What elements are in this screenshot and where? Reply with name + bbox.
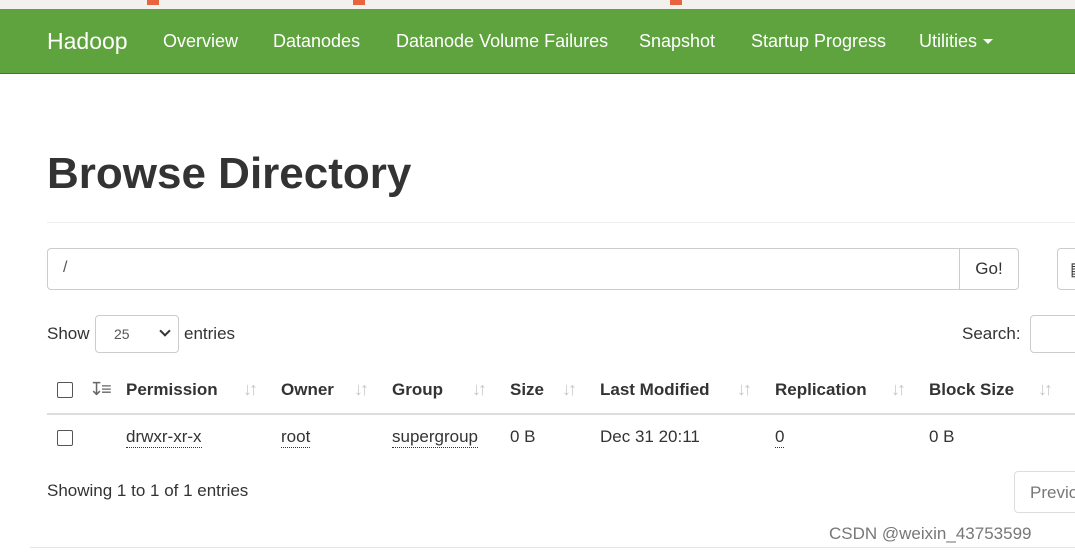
nav-datanode-volume-failures[interactable]: Datanode Volume Failures	[396, 31, 608, 51]
page-size-select[interactable]: 25	[95, 315, 179, 353]
go-button[interactable]: Go!	[959, 248, 1019, 290]
column-header-replication[interactable]: Replication	[775, 380, 867, 400]
folder-icon: ▤	[1070, 259, 1075, 280]
sort-icon[interactable]: ↓↑	[354, 378, 369, 400]
select-all-checkbox[interactable]	[57, 382, 73, 398]
brand-link[interactable]: Hadoop	[47, 28, 128, 54]
column-header-owner[interactable]: Owner	[281, 380, 334, 400]
column-header-group[interactable]: Group	[392, 380, 443, 400]
nav-utilities-label: Utilities	[919, 31, 978, 51]
cell-group: supergroup	[392, 427, 479, 448]
watermark: CSDN @weixin_43753599	[829, 524, 1032, 543]
sort-icon[interactable]: ↓↑	[891, 378, 906, 400]
replication-value: 0	[775, 427, 785, 448]
sort-icon[interactable]: ↓↑	[1038, 378, 1053, 400]
create-directory-button[interactable]: ▤	[1057, 248, 1075, 290]
sort-icon[interactable]: ↓↑	[562, 378, 577, 400]
previous-page-button[interactable]: Previous	[1014, 471, 1075, 513]
cell-size: 0 B	[510, 427, 536, 446]
cell-last-modified: Dec 31 20:11	[600, 427, 700, 446]
tab-marker	[670, 0, 682, 5]
top-navbar: Hadoop Overview Datanodes Datanode Volum…	[0, 9, 1075, 74]
cell-replication: 0	[775, 427, 785, 448]
nav-snapshot[interactable]: Snapshot	[639, 31, 715, 51]
entries-label: entries	[184, 324, 236, 343]
nav-utilities-dropdown[interactable]: Utilities	[919, 31, 994, 51]
footer-divider	[30, 547, 1075, 548]
tab-marker	[353, 0, 365, 5]
column-header-permission[interactable]: Permission	[126, 380, 218, 400]
page-title: Browse Directory	[47, 149, 412, 198]
header-divider	[47, 413, 1075, 415]
cell-owner: root	[281, 427, 311, 448]
show-label: Show	[47, 324, 90, 343]
sort-icon[interactable]: ↓↑	[737, 378, 752, 400]
caret-down-icon	[983, 39, 994, 44]
directory-path-input[interactable]: /	[47, 248, 961, 290]
permission-value: drwxr-xr-x	[126, 427, 202, 448]
chevron-down-icon	[159, 325, 171, 337]
cell-permission: drwxr-xr-x	[126, 427, 202, 448]
title-divider	[47, 222, 1075, 223]
tab-marker	[147, 0, 159, 5]
sort-icon[interactable]: ↓↑	[243, 378, 258, 400]
nav-overview[interactable]: Overview	[163, 31, 238, 51]
search-label: Search:	[962, 324, 1021, 343]
group-value: supergroup	[392, 427, 479, 448]
table-info: Showing 1 to 1 of 1 entries	[47, 481, 249, 500]
search-input[interactable]	[1030, 315, 1075, 353]
cell-block-size: 0 B	[929, 427, 955, 446]
browser-top-strip	[0, 0, 1075, 9]
nav-datanodes[interactable]: Datanodes	[273, 31, 360, 51]
sort-order-icon[interactable]: ↧≡	[89, 378, 112, 400]
row-checkbox[interactable]	[57, 430, 73, 446]
column-header-size[interactable]: Size	[510, 380, 544, 400]
owner-value: root	[281, 427, 311, 448]
column-header-last-modified[interactable]: Last Modified	[600, 380, 710, 400]
nav-startup-progress[interactable]: Startup Progress	[751, 31, 886, 51]
sort-icon[interactable]: ↓↑	[472, 378, 487, 400]
column-header-block-size[interactable]: Block Size	[929, 380, 1014, 400]
page-size-value: 25	[114, 326, 130, 342]
